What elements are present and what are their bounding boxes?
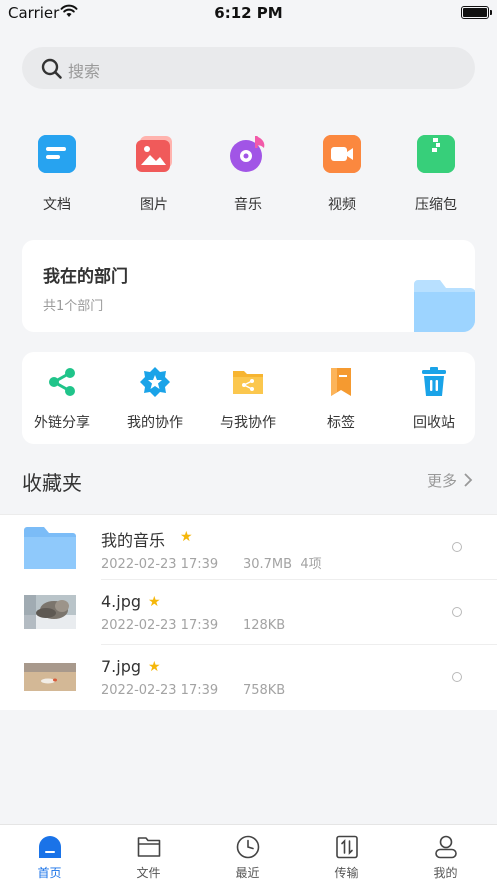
favorites-title: 收藏夹 xyxy=(22,471,82,495)
category-label: 文档 xyxy=(43,197,71,213)
folder-icon xyxy=(137,837,161,857)
archive-icon xyxy=(417,135,455,173)
tool-share-link[interactable]: 外链分享 xyxy=(22,352,102,444)
clock: 6:12 PM xyxy=(214,4,283,22)
star-icon: ★ xyxy=(180,529,193,545)
tool-label: 回收站 xyxy=(413,415,455,431)
my-collaboration-icon xyxy=(140,367,170,397)
tab-label: 文件 xyxy=(136,866,161,880)
chevron-right-icon[interactable] xyxy=(463,473,473,487)
document-icon xyxy=(38,135,76,173)
tool-label: 标签 xyxy=(327,415,355,431)
image-thumbnail xyxy=(24,595,76,629)
music-icon xyxy=(230,136,265,172)
trash-icon xyxy=(422,367,446,396)
tab-files[interactable]: 文件 xyxy=(99,825,198,883)
item-meta: 2022-02-23 17:39 128KB xyxy=(101,618,286,633)
tool-label: 与我协作 xyxy=(220,415,276,431)
list-item[interactable]: 7.jpg ★ 2022-02-23 17:39 758KB xyxy=(0,645,497,710)
tool-shared-with-me[interactable]: 与我协作 xyxy=(208,352,288,444)
star-icon: ★ xyxy=(148,594,161,610)
image-icon xyxy=(136,136,172,172)
category-row: 文档 图片 音乐 视频 压缩包 xyxy=(0,130,497,220)
tool-bookmark[interactable]: 标签 xyxy=(301,352,381,444)
item-name: 4.jpg xyxy=(101,592,142,611)
tab-recent[interactable]: 最近 xyxy=(198,825,297,883)
department-card[interactable]: 我在的部门 共1个部门 xyxy=(22,240,475,332)
category-music[interactable]: 音乐 xyxy=(208,130,288,220)
category-label: 压缩包 xyxy=(415,197,457,213)
favorites-list: 我的音乐 ★ 2022-02-23 17:39 30.7MB 4项 4.jpg … xyxy=(0,514,497,710)
select-radio[interactable] xyxy=(452,672,462,682)
item-meta: 2022-02-23 17:39 30.7MB 4项 xyxy=(101,557,322,572)
department-title: 我在的部门 xyxy=(43,267,128,287)
tab-profile[interactable]: 我的 xyxy=(396,825,495,883)
folder-icon xyxy=(24,527,76,569)
list-item[interactable]: 我的音乐 ★ 2022-02-23 17:39 30.7MB 4项 xyxy=(0,515,497,580)
category-video[interactable]: 视频 xyxy=(302,130,382,220)
battery-icon xyxy=(461,6,492,19)
search-icon xyxy=(41,58,62,79)
category-document[interactable]: 文档 xyxy=(17,130,97,220)
shared-with-me-icon xyxy=(233,371,263,394)
tab-home[interactable]: 首页 xyxy=(0,825,99,883)
status-bar: Carrier 6:12 PM xyxy=(0,0,497,26)
tool-my-collaboration[interactable]: 我的协作 xyxy=(115,352,195,444)
department-folder-icon xyxy=(414,280,475,332)
favorites-more-link[interactable]: 更多 xyxy=(427,470,457,491)
department-subtitle: 共1个部门 xyxy=(43,299,104,314)
category-image[interactable]: 图片 xyxy=(114,130,194,220)
category-archive[interactable]: 压缩包 xyxy=(396,130,476,220)
image-thumbnail xyxy=(24,663,76,691)
transfer-icon xyxy=(336,835,358,859)
home-icon xyxy=(39,836,61,858)
share-link-icon xyxy=(49,368,75,396)
item-name: 7.jpg xyxy=(101,657,142,676)
tab-transfer[interactable]: 传输 xyxy=(297,825,396,883)
clock-icon xyxy=(236,835,260,859)
tab-label: 我的 xyxy=(433,866,458,880)
tab-bar: 首页 文件 最近 传输 我的 xyxy=(0,824,497,883)
tool-trash[interactable]: 回收站 xyxy=(394,352,474,444)
category-label: 视频 xyxy=(328,197,356,213)
select-radio[interactable] xyxy=(452,542,462,552)
tool-label: 外链分享 xyxy=(34,415,90,431)
tab-label: 传输 xyxy=(334,866,359,880)
star-icon: ★ xyxy=(148,659,161,675)
list-item[interactable]: 4.jpg ★ 2022-02-23 17:39 128KB xyxy=(0,580,497,645)
video-icon xyxy=(323,135,361,173)
profile-icon xyxy=(435,835,457,859)
tab-label: 首页 xyxy=(37,866,62,880)
category-label: 图片 xyxy=(140,197,168,213)
tab-label: 最近 xyxy=(235,866,260,880)
item-name: 我的音乐 xyxy=(101,531,166,550)
select-radio[interactable] xyxy=(452,607,462,617)
item-meta: 2022-02-23 17:39 758KB xyxy=(101,683,286,698)
bookmark-icon xyxy=(331,368,351,396)
search-bar[interactable]: 搜索 xyxy=(22,47,475,89)
tools-card: 外链分享 我的协作 与我协作 标签 回收站 xyxy=(22,352,475,444)
tool-label: 我的协作 xyxy=(127,415,183,431)
category-label: 音乐 xyxy=(234,197,262,213)
search-placeholder: 搜索 xyxy=(68,62,101,81)
